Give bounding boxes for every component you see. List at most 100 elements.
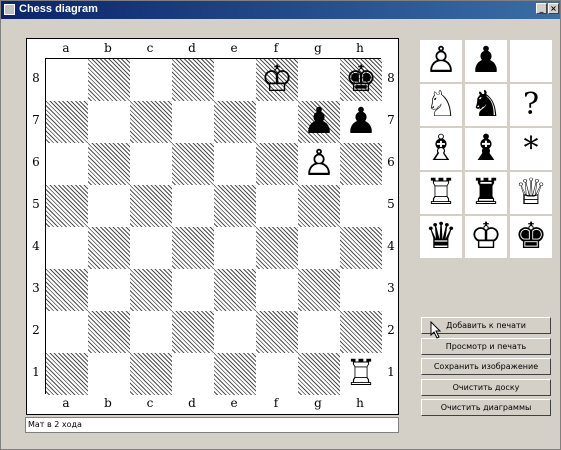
- square-f2[interactable]: [256, 311, 298, 353]
- square-g7[interactable]: ♟: [298, 101, 340, 143]
- square-g6[interactable]: ♙: [298, 143, 340, 185]
- palette-white-pawn-icon[interactable]: ♙: [420, 40, 462, 82]
- square-d7[interactable]: [172, 101, 214, 143]
- square-a3[interactable]: [46, 269, 88, 311]
- clear-board-button[interactable]: Очистить доску: [421, 378, 551, 396]
- square-e3[interactable]: [214, 269, 256, 311]
- square-g5[interactable]: [298, 185, 340, 227]
- file-label-top: b: [104, 41, 112, 55]
- square-g1[interactable]: [298, 353, 340, 395]
- square-h2[interactable]: [340, 311, 382, 353]
- save-image-button[interactable]: Сохранить изображение: [421, 358, 551, 375]
- square-h7[interactable]: ♟: [340, 101, 382, 143]
- palette-black-knight-icon[interactable]: ♞: [465, 84, 507, 126]
- palette-black-king-icon[interactable]: ♚: [510, 216, 552, 258]
- square-c5[interactable]: [130, 185, 172, 227]
- square-g4[interactable]: [298, 227, 340, 269]
- square-c3[interactable]: [130, 269, 172, 311]
- square-b6[interactable]: [88, 143, 130, 185]
- rank-label-right: 2: [387, 323, 395, 337]
- square-d4[interactable]: [172, 227, 214, 269]
- square-d5[interactable]: [172, 185, 214, 227]
- square-h3[interactable]: [340, 269, 382, 311]
- square-c2[interactable]: [130, 311, 172, 353]
- file-label-bottom: b: [104, 396, 112, 410]
- square-b4[interactable]: [88, 227, 130, 269]
- square-d8[interactable]: [172, 59, 214, 101]
- square-g3[interactable]: [298, 269, 340, 311]
- square-b3[interactable]: [88, 269, 130, 311]
- chess-diagram-window: Chess diagram _ × ♔ ♚ ♟ ♟ ♙ ♖ aabbccddeeffggh…: [0, 0, 561, 450]
- square-e7[interactable]: [214, 101, 256, 143]
- palette-white-king-icon[interactable]: ♔: [465, 216, 507, 258]
- title-bar[interactable]: Chess diagram _ ×: [1, 1, 560, 19]
- square-d6[interactable]: [172, 143, 214, 185]
- palette-empty-icon[interactable]: [510, 40, 552, 82]
- square-a2[interactable]: [46, 311, 88, 353]
- white-pawn-icon[interactable]: ♙: [298, 143, 340, 185]
- square-h6[interactable]: [340, 143, 382, 185]
- palette-black-queen-icon[interactable]: ♛: [420, 216, 462, 258]
- square-a1[interactable]: [46, 353, 88, 395]
- square-f5[interactable]: [256, 185, 298, 227]
- square-d1[interactable]: [172, 353, 214, 395]
- square-a4[interactable]: [46, 227, 88, 269]
- square-e1[interactable]: [214, 353, 256, 395]
- palette-question-mark-icon[interactable]: ?: [510, 84, 552, 126]
- square-d2[interactable]: [172, 311, 214, 353]
- square-c4[interactable]: [130, 227, 172, 269]
- square-d3[interactable]: [172, 269, 214, 311]
- clear-diagrams-button[interactable]: Очистить диаграммы: [421, 399, 551, 416]
- square-b5[interactable]: [88, 185, 130, 227]
- square-a7[interactable]: [46, 101, 88, 143]
- square-e6[interactable]: [214, 143, 256, 185]
- square-f3[interactable]: [256, 269, 298, 311]
- square-c7[interactable]: [130, 101, 172, 143]
- palette-white-queen-icon[interactable]: ♕: [510, 172, 552, 214]
- rank-label-left: 5: [32, 197, 40, 211]
- square-h8[interactable]: ♚: [340, 59, 382, 101]
- palette-asterisk-icon[interactable]: *: [510, 128, 552, 170]
- square-e4[interactable]: [214, 227, 256, 269]
- square-e8[interactable]: [214, 59, 256, 101]
- square-e2[interactable]: [214, 311, 256, 353]
- square-f4[interactable]: [256, 227, 298, 269]
- square-h5[interactable]: [340, 185, 382, 227]
- square-c1[interactable]: [130, 353, 172, 395]
- palette-black-pawn-icon[interactable]: ♟: [465, 40, 507, 82]
- square-b1[interactable]: [88, 353, 130, 395]
- square-a5[interactable]: [46, 185, 88, 227]
- square-g2[interactable]: [298, 311, 340, 353]
- square-h4[interactable]: [340, 227, 382, 269]
- black-pawn-icon[interactable]: ♟: [340, 101, 382, 143]
- preview-print-button[interactable]: Просмотр и печать: [421, 337, 551, 355]
- palette-white-bishop-icon[interactable]: ♗: [420, 128, 462, 170]
- square-g8[interactable]: [298, 59, 340, 101]
- palette-black-rook-icon[interactable]: ♜: [465, 172, 507, 214]
- square-b2[interactable]: [88, 311, 130, 353]
- square-f7[interactable]: [256, 101, 298, 143]
- square-a6[interactable]: [46, 143, 88, 185]
- square-e5[interactable]: [214, 185, 256, 227]
- black-pawn-icon[interactable]: ♟: [298, 101, 340, 143]
- close-button[interactable]: ×: [548, 3, 559, 14]
- square-h1[interactable]: ♖: [340, 353, 382, 395]
- chess-board[interactable]: ♔ ♚ ♟ ♟ ♙ ♖: [45, 58, 382, 395]
- minimize-button[interactable]: _: [536, 3, 547, 14]
- square-a8[interactable]: [46, 59, 88, 101]
- palette-white-knight-icon[interactable]: ♘: [420, 84, 462, 126]
- black-king-icon[interactable]: ♚: [340, 59, 382, 101]
- square-b7[interactable]: [88, 101, 130, 143]
- square-c8[interactable]: [130, 59, 172, 101]
- square-f6[interactable]: [256, 143, 298, 185]
- white-rook-icon[interactable]: ♖: [340, 353, 382, 395]
- square-f1[interactable]: [256, 353, 298, 395]
- palette-white-rook-icon[interactable]: ♖: [420, 172, 462, 214]
- square-c6[interactable]: [130, 143, 172, 185]
- square-b8[interactable]: [88, 59, 130, 101]
- palette-black-bishop-icon[interactable]: ♝: [465, 128, 507, 170]
- diagram-caption-input[interactable]: Мат в 2 хода: [25, 417, 399, 433]
- file-label-bottom: h: [356, 396, 364, 410]
- square-f8[interactable]: ♔: [256, 59, 298, 101]
- white-king-icon[interactable]: ♔: [256, 59, 298, 101]
